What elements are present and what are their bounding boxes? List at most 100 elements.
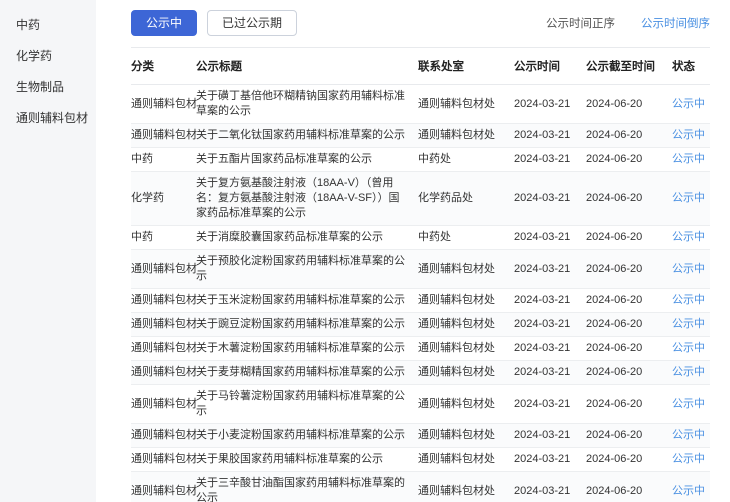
row-publish-date-cell: 2024-03-21	[514, 93, 586, 116]
row-office-cell: 中药处	[418, 148, 514, 171]
column-header-title: 公示标题	[196, 48, 418, 84]
row-end-date-cell: 2024-06-20	[586, 480, 672, 502]
table-row: 化学药关于复方氨基酸注射液（18AA-V）（曾用名：复方氨基酸注射液（18AA-…	[131, 172, 710, 226]
table-row: 通则辅料包材关于木薯淀粉国家药用辅料标准草案的公示通则辅料包材处2024-03-…	[131, 337, 710, 361]
sidebar-item-tcm[interactable]: 中药	[0, 10, 96, 41]
row-office-cell: 中药处	[418, 226, 514, 249]
row-publish-date-cell: 2024-03-21	[514, 361, 586, 384]
row-category-cell: 通则辅料包材	[131, 480, 196, 502]
row-status-link[interactable]: 公示中	[672, 226, 710, 249]
row-category-cell: 通则辅料包材	[131, 448, 196, 471]
column-header-end-date: 公示截至时间	[586, 48, 672, 84]
row-status-link[interactable]: 公示中	[672, 187, 710, 210]
row-status-link[interactable]: 公示中	[672, 258, 710, 281]
row-title-cell: 关于二氧化钛国家药用辅料标准草案的公示	[196, 124, 418, 147]
row-office-cell: 通则辅料包材处	[418, 337, 514, 360]
column-header-status: 状态	[672, 48, 710, 84]
row-publish-date-cell: 2024-03-21	[514, 424, 586, 447]
toolbar: 公示中 已过公示期 公示时间正序 公示时间倒序	[131, 9, 710, 37]
row-title-cell: 关于磺丁基倍他环糊精钠国家药用辅料标准草案的公示	[196, 85, 418, 123]
row-status-link[interactable]: 公示中	[672, 148, 710, 171]
table-row: 通则辅料包材关于马铃薯淀粉国家药用辅料标准草案的公示通则辅料包材处2024-03…	[131, 385, 710, 424]
table-row: 通则辅料包材关于麦芽糊精国家药用辅料标准草案的公示通则辅料包材处2024-03-…	[131, 361, 710, 385]
sort-controls: 公示时间正序 公示时间倒序	[546, 15, 710, 31]
row-title-cell: 关于果胶国家药用辅料标准草案的公示	[196, 448, 418, 471]
table-row: 中药关于消糜胶囊国家药品标准草案的公示中药处2024-03-212024-06-…	[131, 226, 710, 250]
row-category-cell: 通则辅料包材	[131, 124, 196, 147]
row-category-cell: 化学药	[131, 187, 196, 210]
tab-publicity-expired[interactable]: 已过公示期	[207, 10, 297, 36]
table-row: 通则辅料包材关于豌豆淀粉国家药用辅料标准草案的公示通则辅料包材处2024-03-…	[131, 313, 710, 337]
row-category-cell: 通则辅料包材	[131, 424, 196, 447]
row-title-cell: 关于豌豆淀粉国家药用辅料标准草案的公示	[196, 313, 418, 336]
row-office-cell: 化学药品处	[418, 187, 514, 210]
table-row: 通则辅料包材关于小麦淀粉国家药用辅料标准草案的公示通则辅料包材处2024-03-…	[131, 424, 710, 448]
row-end-date-cell: 2024-06-20	[586, 289, 672, 312]
row-category-cell: 通则辅料包材	[131, 289, 196, 312]
row-publish-date-cell: 2024-03-21	[514, 337, 586, 360]
row-title-cell: 关于玉米淀粉国家药用辅料标准草案的公示	[196, 289, 418, 312]
sidebar-item-excipient-packaging[interactable]: 通则辅料包材	[0, 103, 96, 134]
table-row: 通则辅料包材关于果胶国家药用辅料标准草案的公示通则辅料包材处2024-03-21…	[131, 448, 710, 472]
row-office-cell: 通则辅料包材处	[418, 424, 514, 447]
row-publish-date-cell: 2024-03-21	[514, 480, 586, 502]
column-header-office: 联系处室	[418, 48, 514, 84]
row-publish-date-cell: 2024-03-21	[514, 289, 586, 312]
row-end-date-cell: 2024-06-20	[586, 124, 672, 147]
sort-time-descending-link[interactable]: 公示时间倒序	[641, 15, 710, 31]
row-title-cell: 关于小麦淀粉国家药用辅料标准草案的公示	[196, 424, 418, 447]
row-end-date-cell: 2024-06-20	[586, 448, 672, 471]
row-publish-date-cell: 2024-03-21	[514, 148, 586, 171]
column-header-publish-date: 公示时间	[514, 48, 586, 84]
row-category-cell: 通则辅料包材	[131, 361, 196, 384]
main-content: 公示中 已过公示期 公示时间正序 公示时间倒序 分类 公示标题 联系处室 公示时…	[96, 0, 730, 502]
row-publish-date-cell: 2024-03-21	[514, 258, 586, 281]
tab-in-publicity[interactable]: 公示中	[131, 10, 197, 36]
row-status-link[interactable]: 公示中	[672, 93, 710, 116]
row-category-cell: 中药	[131, 148, 196, 171]
column-header-category: 分类	[131, 48, 196, 84]
sidebar-item-biological-product[interactable]: 生物制品	[0, 72, 96, 103]
row-title-cell: 关于麦芽糊精国家药用辅料标准草案的公示	[196, 361, 418, 384]
row-office-cell: 通则辅料包材处	[418, 313, 514, 336]
row-status-link[interactable]: 公示中	[672, 448, 710, 471]
row-office-cell: 通则辅料包材处	[418, 361, 514, 384]
row-status-link[interactable]: 公示中	[672, 480, 710, 502]
row-title-cell: 关于复方氨基酸注射液（18AA-V）（曾用名：复方氨基酸注射液（18AA-V-S…	[196, 172, 418, 225]
row-category-cell: 通则辅料包材	[131, 337, 196, 360]
row-status-link[interactable]: 公示中	[672, 124, 710, 147]
row-status-link[interactable]: 公示中	[672, 337, 710, 360]
row-category-cell: 通则辅料包材	[131, 258, 196, 281]
row-end-date-cell: 2024-06-20	[586, 313, 672, 336]
row-end-date-cell: 2024-06-20	[586, 187, 672, 210]
row-end-date-cell: 2024-06-20	[586, 93, 672, 116]
row-end-date-cell: 2024-06-20	[586, 424, 672, 447]
table-row: 通则辅料包材关于二氧化钛国家药用辅料标准草案的公示通则辅料包材处2024-03-…	[131, 124, 710, 148]
table-row: 通则辅料包材关于三辛酸甘油酯国家药用辅料标准草案的公示通则辅料包材处2024-0…	[131, 472, 710, 502]
row-office-cell: 通则辅料包材处	[418, 448, 514, 471]
status-tabs: 公示中 已过公示期	[131, 10, 297, 36]
category-sidebar: 中药 化学药 生物制品 通则辅料包材	[0, 0, 96, 502]
row-title-cell: 关于木薯淀粉国家药用辅料标准草案的公示	[196, 337, 418, 360]
row-office-cell: 通则辅料包材处	[418, 393, 514, 416]
table-row: 中药关于五酯片国家药品标准草案的公示中药处2024-03-212024-06-2…	[131, 148, 710, 172]
row-end-date-cell: 2024-06-20	[586, 361, 672, 384]
row-end-date-cell: 2024-06-20	[586, 393, 672, 416]
row-status-link[interactable]: 公示中	[672, 393, 710, 416]
row-office-cell: 通则辅料包材处	[418, 124, 514, 147]
row-title-cell: 关于五酯片国家药品标准草案的公示	[196, 148, 418, 171]
row-office-cell: 通则辅料包材处	[418, 480, 514, 502]
row-status-link[interactable]: 公示中	[672, 424, 710, 447]
row-title-cell: 关于三辛酸甘油酯国家药用辅料标准草案的公示	[196, 472, 418, 502]
row-status-link[interactable]: 公示中	[672, 361, 710, 384]
row-end-date-cell: 2024-06-20	[586, 226, 672, 249]
sort-time-ascending-link[interactable]: 公示时间正序	[546, 15, 615, 31]
row-end-date-cell: 2024-06-20	[586, 148, 672, 171]
sidebar-item-chemical-drug[interactable]: 化学药	[0, 41, 96, 72]
row-end-date-cell: 2024-06-20	[586, 337, 672, 360]
publicity-table: 分类 公示标题 联系处室 公示时间 公示截至时间 状态 通则辅料包材关于磺丁基倍…	[131, 47, 710, 502]
row-status-link[interactable]: 公示中	[672, 289, 710, 312]
row-office-cell: 通则辅料包材处	[418, 258, 514, 281]
row-category-cell: 中药	[131, 226, 196, 249]
row-status-link[interactable]: 公示中	[672, 313, 710, 336]
